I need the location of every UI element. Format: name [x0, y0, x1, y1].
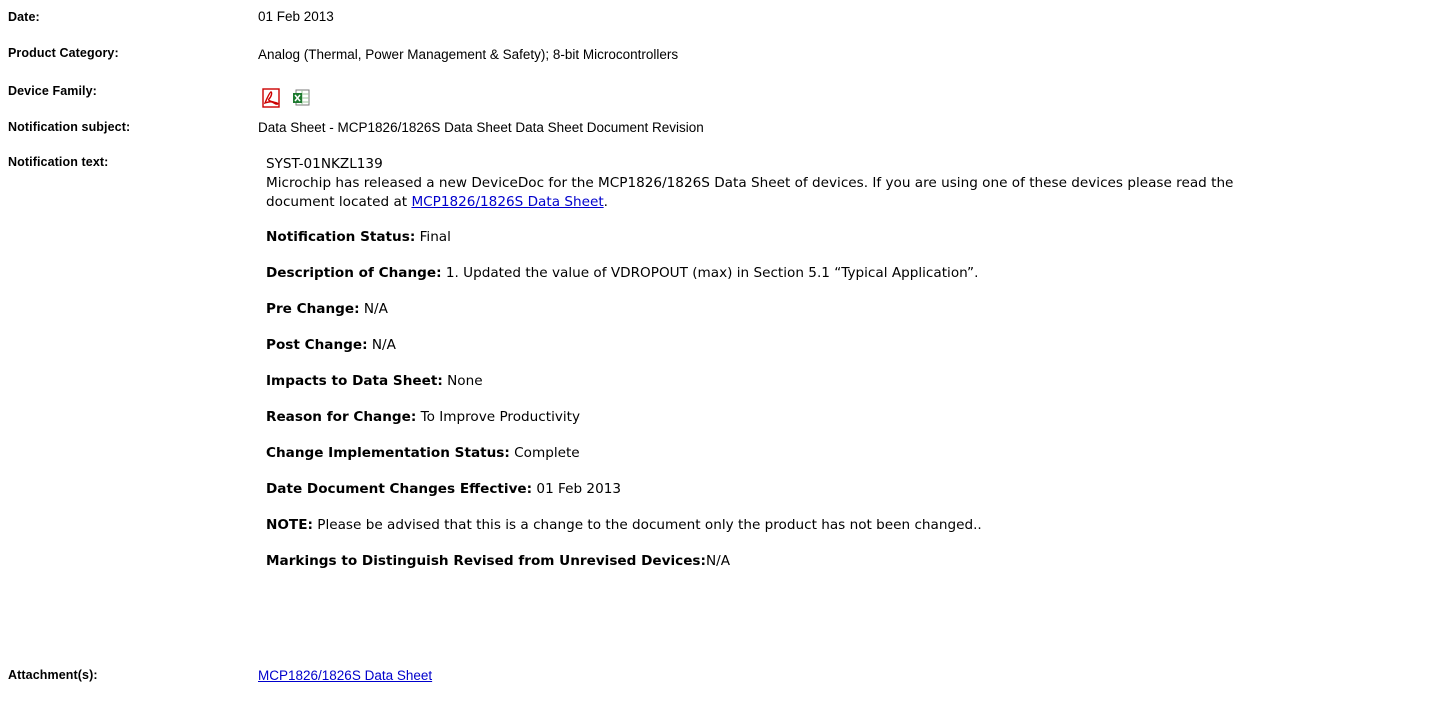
product-category-label: Product Category:: [8, 46, 119, 60]
notification-status: Notification Status: Final: [266, 228, 451, 247]
reason-label: Reason for Change:: [266, 409, 417, 425]
date-value: 01 Feb 2013: [258, 9, 334, 24]
status-label: Notification Status:: [266, 229, 416, 245]
pre-change-value: N/A: [359, 301, 388, 317]
notification-text-label: Notification text:: [8, 155, 109, 169]
notification-intro: Microchip has released a new DeviceDoc f…: [266, 175, 1234, 191]
effective-value: 01 Feb 2013: [532, 481, 622, 497]
post-change-value: N/A: [367, 337, 396, 353]
impacts-value: None: [442, 373, 483, 389]
reason-for-change: Reason for Change: To Improve Productivi…: [266, 408, 580, 427]
pre-change-label: Pre Change:: [266, 301, 360, 317]
post-change: Post Change: N/A: [266, 336, 396, 355]
pre-change: Pre Change: N/A: [266, 300, 388, 319]
description-label: Description of Change:: [266, 265, 442, 281]
pdf-icon[interactable]: [262, 88, 282, 108]
description-of-change: Description of Change: 1. Updated the va…: [266, 264, 978, 283]
attachments-label: Attachment(s):: [8, 668, 98, 682]
effective-label: Date Document Changes Effective:: [266, 481, 533, 497]
date-label: Date:: [8, 10, 40, 24]
note-value: Please be advised that this is a change …: [312, 517, 982, 533]
status-value: Final: [415, 229, 451, 245]
date-changes-effective: Date Document Changes Effective: 01 Feb …: [266, 480, 621, 499]
product-category-value: Analog (Thermal, Power Management & Safe…: [258, 47, 679, 62]
note: NOTE: Please be advised that this is a c…: [266, 516, 982, 535]
impl-status-label: Change Implementation Status:: [266, 445, 510, 461]
intro-suffix: .: [603, 194, 608, 210]
notification-subject-value: Data Sheet - MCP1826/1826S Data Sheet Da…: [258, 120, 704, 135]
markings-label: Markings to Distinguish Revised from Unr…: [266, 553, 706, 569]
intro-prefix: document located at: [266, 194, 412, 210]
attachment-datasheet-link[interactable]: MCP1826/1826S Data Sheet: [258, 668, 432, 683]
notification-id: SYST-01NKZL139: [266, 156, 383, 172]
impl-status-value: Complete: [509, 445, 580, 461]
device-family-label: Device Family:: [8, 84, 97, 98]
markings: Markings to Distinguish Revised from Unr…: [266, 552, 730, 571]
excel-icon[interactable]: [292, 88, 312, 108]
impacts-to-data-sheet: Impacts to Data Sheet: None: [266, 372, 483, 391]
impacts-label: Impacts to Data Sheet:: [266, 373, 443, 389]
intro-datasheet-link[interactable]: MCP1826/1826S Data Sheet: [411, 194, 603, 210]
notification-subject-label: Notification subject:: [8, 120, 131, 134]
note-label: NOTE:: [266, 517, 313, 533]
device-family-icons: [262, 88, 312, 108]
notification-intro-line2: document located at MCP1826/1826S Data S…: [266, 193, 608, 212]
description-value: 1. Updated the value of VDROPOUT (max) i…: [441, 265, 979, 281]
reason-value: To Improve Productivity: [416, 409, 581, 425]
markings-value: N/A: [705, 553, 731, 569]
post-change-label: Post Change:: [266, 337, 368, 353]
change-implementation-status: Change Implementation Status: Complete: [266, 444, 580, 463]
